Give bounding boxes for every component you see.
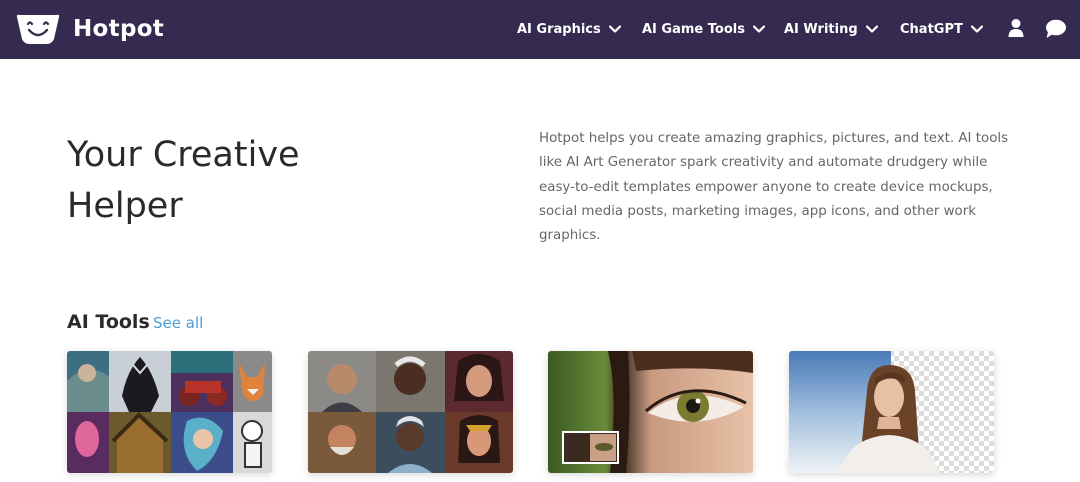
chevron-down-icon xyxy=(865,25,878,33)
nav-label: AI Writing xyxy=(784,21,858,37)
ai-portraits-image xyxy=(308,351,513,473)
chevron-down-icon xyxy=(752,25,765,33)
section-heading-ai-tools: AI Tools xyxy=(67,311,150,333)
tool-card-background-remover[interactable] xyxy=(789,351,994,473)
eye-closeup-image xyxy=(548,351,753,473)
tool-card-ai-upscaler[interactable] xyxy=(548,351,753,473)
ai-art-collage-image xyxy=(67,351,272,473)
top-nav: Hotpot AI Graphics AI Game Tools AI Writ… xyxy=(0,0,1080,59)
logo[interactable]: Hotpot xyxy=(14,13,164,45)
user-icon[interactable] xyxy=(1008,18,1024,38)
nav-ai-graphics[interactable]: AI Graphics xyxy=(517,19,621,39)
tool-card-ai-art-generator[interactable] xyxy=(67,351,272,473)
see-all-link[interactable]: See all xyxy=(153,312,203,334)
brand-name: Hotpot xyxy=(73,16,165,42)
chevron-down-icon xyxy=(970,25,983,33)
hotpot-logo-icon xyxy=(16,14,60,44)
page-title: Your Creative Helper xyxy=(67,135,300,226)
background-removal-image xyxy=(789,351,994,473)
tool-card-ai-portrait[interactable] xyxy=(308,351,513,473)
chevron-down-icon xyxy=(608,25,621,33)
nav-chatgpt[interactable]: ChatGPT xyxy=(900,19,983,39)
nav-label: AI Graphics xyxy=(517,21,601,37)
nav-label: ChatGPT xyxy=(900,21,963,37)
hero-description: Hotpot helps you create amazing graphics… xyxy=(539,131,1009,244)
nav-label: AI Game Tools xyxy=(642,21,745,37)
nav-ai-writing[interactable]: AI Writing xyxy=(784,19,878,39)
nav-ai-game-tools[interactable]: AI Game Tools xyxy=(642,19,765,39)
chat-icon[interactable] xyxy=(1045,19,1067,39)
